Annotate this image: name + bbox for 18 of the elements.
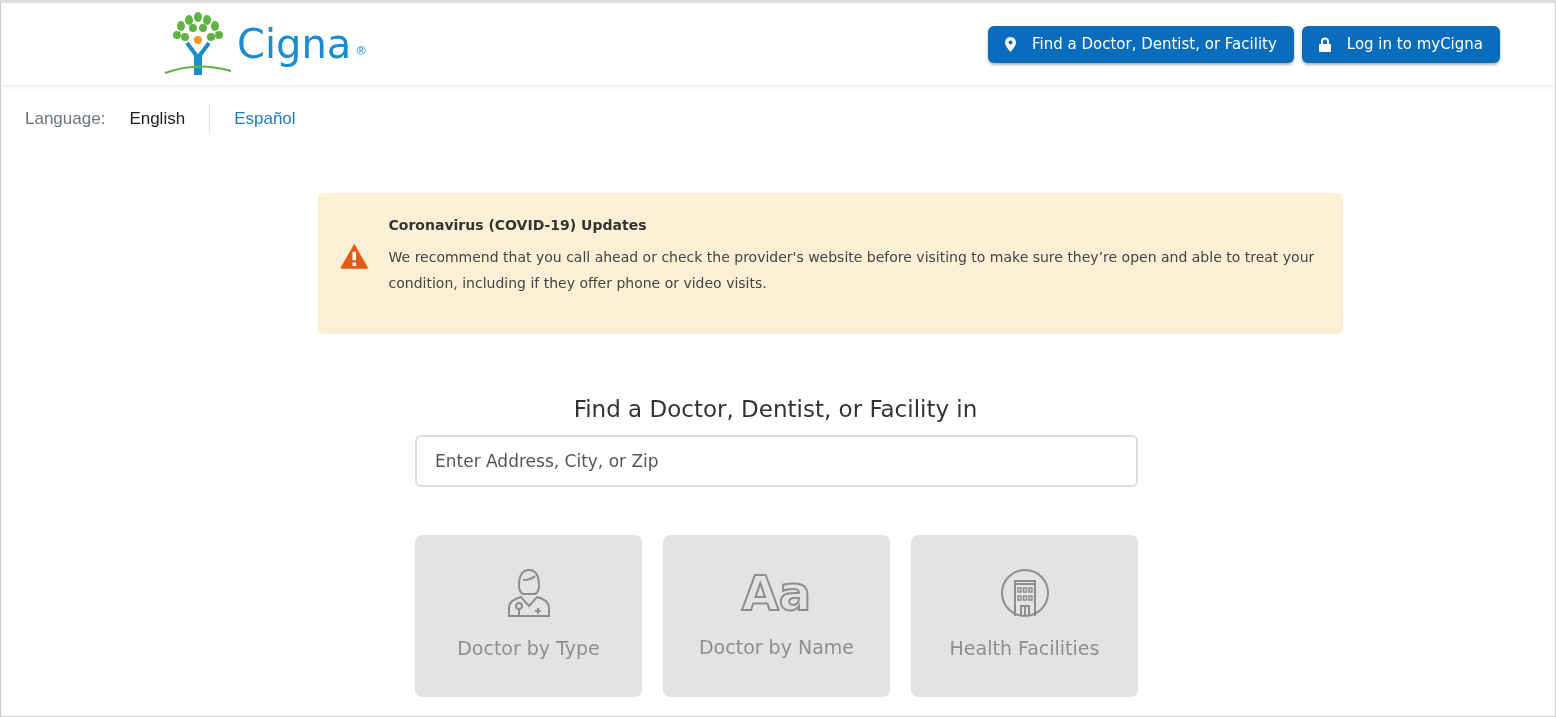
find-provider-button[interactable]: Find a Doctor, Dentist, or Facility bbox=[988, 25, 1294, 63]
search-option-tile[interactable]: Doctor by Type bbox=[415, 534, 642, 697]
language-label: Language: bbox=[25, 108, 106, 131]
language-option[interactable]: English bbox=[129, 106, 186, 132]
lock-icon bbox=[1318, 36, 1331, 52]
login-button[interactable]: Log in to myCigna bbox=[1301, 25, 1500, 63]
registered-mark: ® bbox=[355, 43, 368, 60]
search-option-tile[interactable]: Aa Doctor by Name bbox=[663, 534, 890, 697]
alert-message: We recommend that you call ahead or check the provider's website before visiting to make sure they’re open and able to treat your condition, including if they offer phone or video visits. bbox=[388, 248, 1316, 293]
letters-icon: Aa bbox=[741, 569, 812, 618]
tree-logo-icon bbox=[163, 11, 233, 77]
map-pin-icon bbox=[1005, 36, 1016, 52]
alert-title: Coronavirus (COVID-19) Updates bbox=[388, 216, 648, 235]
language-option[interactable]: Español bbox=[234, 106, 296, 132]
location-search-field[interactable]: Enter Address, City, or Zip bbox=[415, 434, 1138, 487]
search-heading: Find a Doctor, Dentist, or Facility in bbox=[573, 395, 978, 424]
building-icon bbox=[999, 568, 1050, 619]
search-option-tile[interactable]: Health Facilities bbox=[911, 534, 1138, 697]
